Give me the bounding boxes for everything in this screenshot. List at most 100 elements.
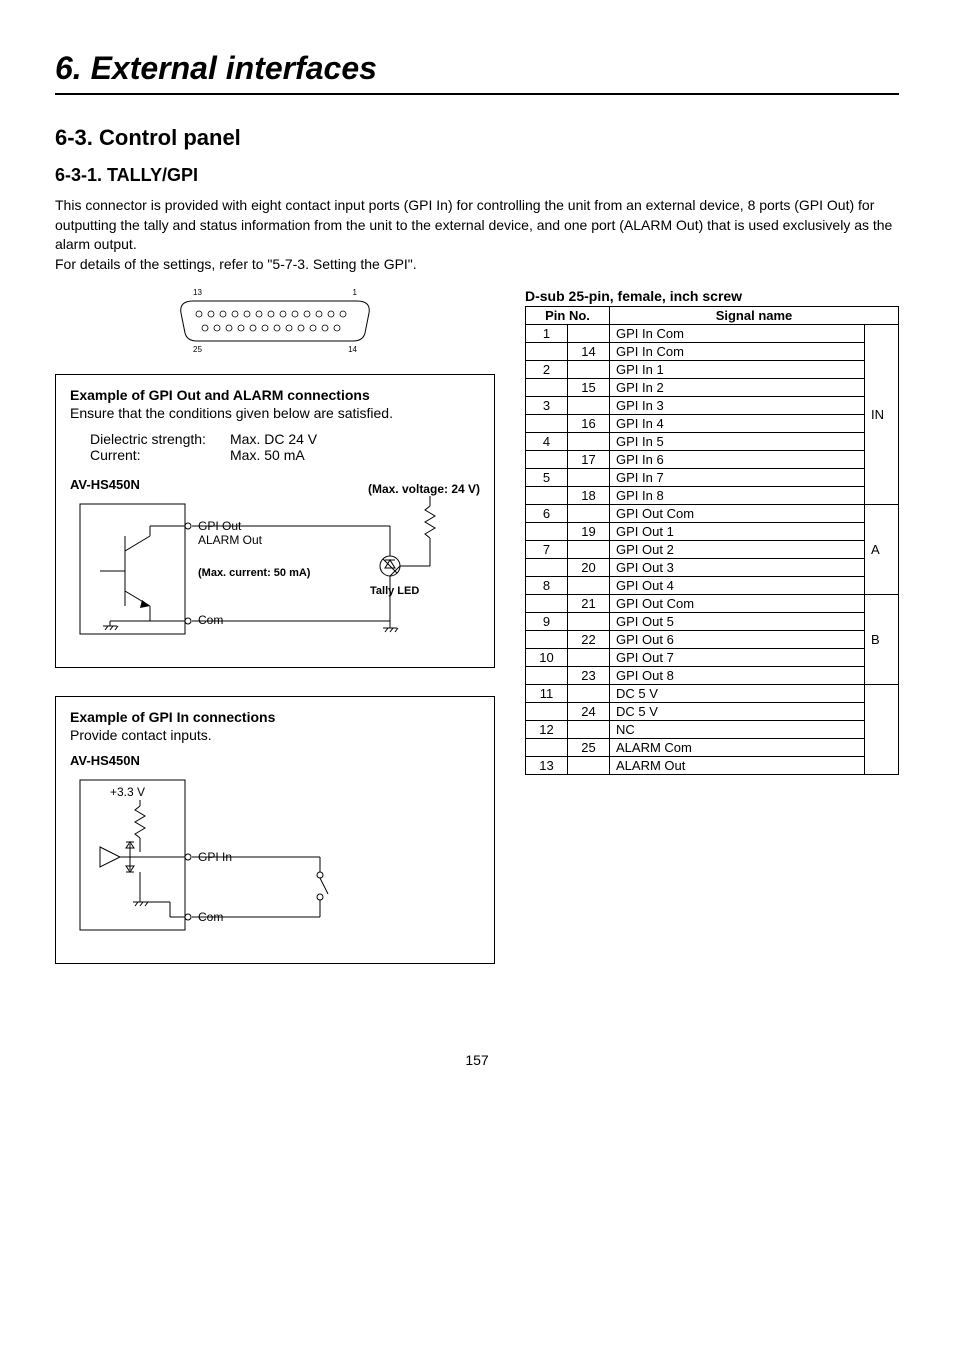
signal-name-cell: GPI Out 5 bbox=[610, 613, 865, 631]
signal-name-cell: DC 5 V bbox=[610, 685, 865, 703]
device-name-1: AV-HS450N bbox=[70, 477, 140, 492]
pin-col-a bbox=[526, 487, 568, 505]
alarm-out-label: ALARM Out bbox=[198, 533, 263, 547]
pin-col-b: 23 bbox=[568, 667, 610, 685]
table-row: 10 GPI Out 7 bbox=[526, 649, 899, 667]
pin-col-a: 10 bbox=[526, 649, 568, 667]
connector-diagram: 13 1 25 14 bbox=[175, 288, 375, 354]
pin-col-b: 25 bbox=[568, 739, 610, 757]
pin-col-a: 5 bbox=[526, 469, 568, 487]
signal-name-cell: ALARM Out bbox=[610, 757, 865, 775]
table-row: 9GPI Out 5 bbox=[526, 613, 899, 631]
signal-name-cell: GPI In 7 bbox=[610, 469, 865, 487]
pin-label-13: 13 bbox=[193, 288, 202, 297]
pin-col-a bbox=[526, 559, 568, 577]
signal-name-cell: GPI Out 8 bbox=[610, 667, 865, 685]
subsection-title: 6-3-1. TALLY/GPI bbox=[55, 165, 899, 186]
gpi-out-example-box: Example of GPI Out and ALARM connections… bbox=[55, 374, 495, 668]
signal-name-cell: GPI In Com bbox=[610, 325, 865, 343]
table-row: 2 GPI In 1 bbox=[526, 361, 899, 379]
th-signal-name: Signal name bbox=[610, 307, 899, 325]
table-row: 14GPI In Com bbox=[526, 343, 899, 361]
signal-name-cell: GPI In 1 bbox=[610, 361, 865, 379]
pin-label-25: 25 bbox=[193, 345, 202, 354]
v33-label: +3.3 V bbox=[110, 785, 145, 799]
table-row: 7 GPI Out 2 bbox=[526, 541, 899, 559]
box1-title: Example of GPI Out and ALARM connections bbox=[70, 387, 480, 403]
table-row: 3 GPI In 3 bbox=[526, 397, 899, 415]
pin-col-a bbox=[526, 379, 568, 397]
pin-col-a bbox=[526, 523, 568, 541]
spec-dielectric-k: Dielectric strength: bbox=[90, 431, 230, 447]
pin-col-b bbox=[568, 577, 610, 595]
gpi-in-circuit-svg: +3.3 V GPI In bbox=[70, 772, 430, 942]
pin-col-a: 8 bbox=[526, 577, 568, 595]
max-voltage-label: (Max. voltage: 24 V) bbox=[368, 482, 480, 496]
pin-col-a bbox=[526, 739, 568, 757]
com-label-1: Com bbox=[198, 613, 223, 627]
signal-name-cell: GPI Out Com bbox=[610, 505, 865, 523]
pin-col-a: 12 bbox=[526, 721, 568, 739]
pin-col-a: 2 bbox=[526, 361, 568, 379]
th-pin-no: Pin No. bbox=[526, 307, 610, 325]
pin-col-b bbox=[568, 325, 610, 343]
pin-col-b bbox=[568, 505, 610, 523]
pin-label-14: 14 bbox=[348, 345, 357, 354]
table-caption: D-sub 25-pin, female, inch screw bbox=[525, 288, 899, 304]
intro-paragraph: This connector is provided with eight co… bbox=[55, 196, 899, 274]
signal-name-cell: GPI Out 4 bbox=[610, 577, 865, 595]
pin-col-b bbox=[568, 469, 610, 487]
pin-col-a: 3 bbox=[526, 397, 568, 415]
table-row: 6GPI Out ComA bbox=[526, 505, 899, 523]
group-cell: A bbox=[865, 505, 899, 595]
device-name-2: AV-HS450N bbox=[70, 753, 480, 768]
pin-col-a bbox=[526, 343, 568, 361]
pin-col-a: 1 bbox=[526, 325, 568, 343]
pin-col-b: 18 bbox=[568, 487, 610, 505]
table-row: 20GPI Out 3 bbox=[526, 559, 899, 577]
pin-col-b: 20 bbox=[568, 559, 610, 577]
signal-name-cell: GPI In 3 bbox=[610, 397, 865, 415]
section-title: 6-3. Control panel bbox=[55, 125, 899, 151]
table-row: 18GPI In 8 bbox=[526, 487, 899, 505]
table-row: 24DC 5 V bbox=[526, 703, 899, 721]
pin-col-a: 6 bbox=[526, 505, 568, 523]
table-row: 15GPI In 2 bbox=[526, 379, 899, 397]
spec-current-k: Current: bbox=[90, 447, 230, 463]
pin-col-a: 7 bbox=[526, 541, 568, 559]
box2-sub: Provide contact inputs. bbox=[70, 727, 480, 743]
box2-title: Example of GPI In connections bbox=[70, 709, 480, 725]
pin-col-b bbox=[568, 541, 610, 559]
table-row: 1GPI In ComIN bbox=[526, 325, 899, 343]
table-row: 19GPI Out 1 bbox=[526, 523, 899, 541]
connector-svg bbox=[175, 299, 375, 343]
gpi-in-example-box: Example of GPI In connections Provide co… bbox=[55, 696, 495, 964]
table-row: 25ALARM Com bbox=[526, 739, 899, 757]
pin-col-b bbox=[568, 721, 610, 739]
pin-col-a: 11 bbox=[526, 685, 568, 703]
signal-name-cell: ALARM Com bbox=[610, 739, 865, 757]
table-row: 13ALARM Out bbox=[526, 757, 899, 775]
signal-name-cell: GPI In Com bbox=[610, 343, 865, 361]
table-row: 22GPI Out 6 bbox=[526, 631, 899, 649]
pin-col-b: 22 bbox=[568, 631, 610, 649]
pin-col-b: 16 bbox=[568, 415, 610, 433]
group-cell: IN bbox=[865, 325, 899, 505]
pin-col-b: 24 bbox=[568, 703, 610, 721]
table-row: 17GPI In 6 bbox=[526, 451, 899, 469]
signal-name-cell: GPI Out 2 bbox=[610, 541, 865, 559]
table-row: 11 DC 5 V bbox=[526, 685, 899, 703]
chapter-title: 6. External interfaces bbox=[55, 50, 899, 95]
pin-col-a bbox=[526, 703, 568, 721]
gpi-out-circuit-svg: GPI Out ALARM Out (Max. current: 50 mA) … bbox=[70, 496, 480, 646]
pin-col-b: 15 bbox=[568, 379, 610, 397]
pin-col-a bbox=[526, 415, 568, 433]
intro-text-2: For details of the settings, refer to "5… bbox=[55, 256, 417, 272]
page-number: 157 bbox=[55, 1052, 899, 1068]
table-row: 5 GPI In 7 bbox=[526, 469, 899, 487]
pin-col-a: 4 bbox=[526, 433, 568, 451]
signal-name-cell: GPI Out 7 bbox=[610, 649, 865, 667]
group-cell bbox=[865, 685, 899, 775]
spec-current-v: Max. 50 mA bbox=[230, 447, 305, 463]
table-row: 8 GPI Out 4 bbox=[526, 577, 899, 595]
